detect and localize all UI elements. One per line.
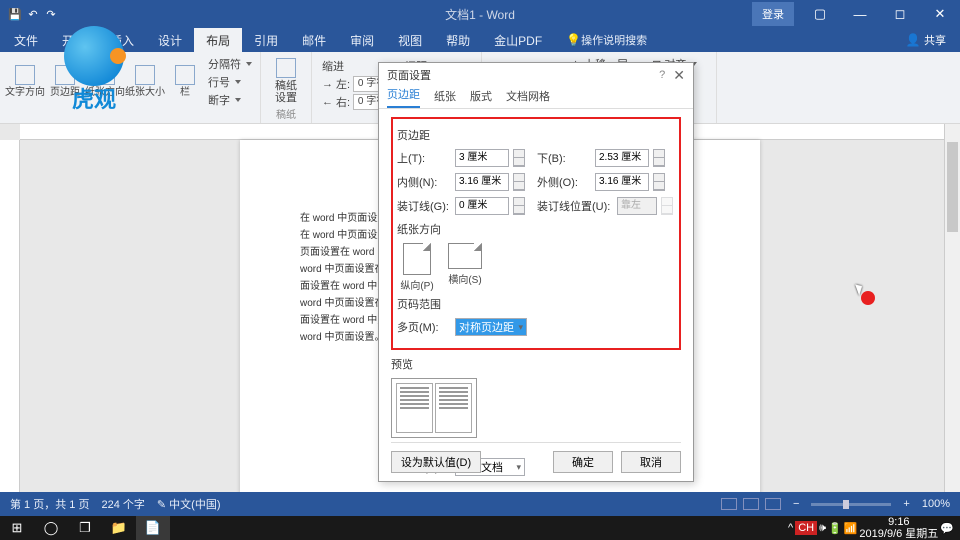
hyphenation-menu[interactable]: 断字 — [208, 92, 252, 108]
zoom-level[interactable]: 100% — [922, 498, 950, 510]
tab-references[interactable]: 引用 — [242, 28, 290, 52]
top-spin[interactable] — [513, 149, 525, 167]
ok-button[interactable]: 确定 — [553, 451, 613, 473]
title-bar: 💾 ↶ ↷ 文档1 - Word 登录 ▢ — ◻ ✕ — [0, 0, 960, 28]
tray-icon[interactable]: 🕪 — [819, 522, 826, 535]
manuscript-button[interactable]: 稿纸设置 — [267, 54, 305, 108]
orient-heading: 纸张方向 — [397, 221, 675, 237]
tray-icon[interactable]: 🔋 — [828, 522, 842, 535]
pages-heading: 页码范围 — [397, 296, 675, 312]
clock[interactable]: 9:162019/9/6 星期五 — [859, 516, 938, 540]
notifications-icon[interactable]: 💬 — [940, 522, 954, 535]
multi-label: 多页(M): — [397, 319, 451, 335]
close-icon[interactable]: ✕ — [920, 0, 960, 28]
share-button[interactable]: 👤 共享 — [894, 32, 958, 48]
breaks-menu[interactable]: 分隔符 — [208, 56, 252, 72]
ruler-vertical[interactable] — [0, 140, 20, 492]
dlg-tab-paper[interactable]: 纸张 — [434, 88, 456, 108]
outside-label: 外侧(O): — [537, 174, 591, 190]
tray-up-icon[interactable]: ^ — [788, 522, 793, 534]
redo-icon[interactable]: ↷ — [44, 7, 58, 21]
watermark-logo: 虎观 — [50, 26, 138, 114]
outside-field[interactable]: 3.16 厘米 — [595, 173, 649, 191]
taskview-icon[interactable]: ❐ — [68, 516, 102, 540]
maximize-icon[interactable]: ◻ — [880, 0, 920, 28]
status-bar: 第 1 页，共 1 页 224 个字 ✎ 中文(中国) − + 100% — [0, 492, 960, 516]
inside-field[interactable]: 3.16 厘米 — [455, 173, 509, 191]
bottom-field[interactable]: 2.53 厘米 — [595, 149, 649, 167]
tab-help[interactable]: 帮助 — [434, 28, 482, 52]
top-label: 上(T): — [397, 150, 451, 166]
ime-icon[interactable]: CH — [795, 521, 817, 535]
tab-view[interactable]: 视图 — [386, 28, 434, 52]
gutter-pos-label: 装订线位置(U): — [537, 198, 613, 214]
logo-icon — [64, 26, 124, 86]
gutter-label: 装订线(G): — [397, 198, 451, 214]
window-title: 文档1 - Word — [445, 6, 515, 23]
dlg-tab-grid[interactable]: 文档网格 — [506, 88, 550, 108]
set-default-button[interactable]: 设为默认值(D) — [391, 451, 481, 473]
tray-icon[interactable]: 📶 — [844, 522, 858, 535]
word-count[interactable]: 224 个字 — [101, 496, 144, 512]
zoom-out[interactable]: − — [793, 498, 799, 510]
columns-button[interactable]: 栏 — [166, 54, 204, 108]
zoom-in[interactable]: + — [903, 498, 909, 510]
margins-heading: 页边距 — [397, 127, 675, 143]
login-button[interactable]: 登录 — [752, 2, 794, 26]
gutter-field[interactable]: 0 厘米 — [455, 197, 509, 215]
dlg-tab-layout[interactable]: 版式 — [470, 88, 492, 108]
ribbon-options-icon[interactable]: ▢ — [800, 0, 840, 28]
tell-me[interactable]: 💡 操作说明搜索 — [554, 28, 659, 52]
top-field[interactable]: 3 厘米 — [455, 149, 509, 167]
explorer-icon[interactable]: 📁 — [102, 516, 136, 540]
page-count[interactable]: 第 1 页，共 1 页 — [10, 496, 89, 512]
save-icon[interactable]: 💾 — [8, 7, 22, 21]
search-icon[interactable]: ◯ — [34, 516, 68, 540]
dialog-close-icon[interactable]: ✕ — [673, 67, 685, 84]
undo-icon[interactable]: ↶ — [26, 7, 40, 21]
zoom-slider[interactable] — [811, 503, 891, 506]
preview-box — [391, 378, 477, 438]
inside-label: 内侧(N): — [397, 174, 451, 190]
menu-bar: 文件 开始 插入 设计 布局 引用 邮件 审阅 视图 帮助 金山PDF 💡 操作… — [0, 28, 960, 52]
tab-design[interactable]: 设计 — [146, 28, 194, 52]
highlighted-margins-area: 页边距 上(T): 3 厘米 下(B): 2.53 厘米 内侧(N): 3.16… — [391, 117, 681, 350]
taskbar: ⊞ ◯ ❐ 📁 📄 ^ CH 🕪 🔋 📶 9:162019/9/6 星期五 💬 — [0, 516, 960, 540]
lang-status[interactable]: ✎ 中文(中国) — [157, 496, 221, 512]
gutter-spin[interactable] — [513, 197, 525, 215]
tab-file[interactable]: 文件 — [2, 28, 50, 52]
text-direction-button[interactable]: 文字方向 — [6, 54, 44, 108]
view-icons[interactable] — [721, 498, 781, 510]
gutter-pos-field: 靠左 — [617, 197, 657, 215]
cancel-button[interactable]: 取消 — [621, 451, 681, 473]
tab-layout[interactable]: 布局 — [194, 28, 242, 52]
preview-heading: 预览 — [391, 356, 681, 372]
start-button[interactable]: ⊞ — [0, 516, 34, 540]
dialog-title: 页面设置 — [387, 67, 431, 83]
outside-spin[interactable] — [653, 173, 665, 191]
bottom-label: 下(B): — [537, 150, 591, 166]
tab-mailings[interactable]: 邮件 — [290, 28, 338, 52]
dlg-tab-margins[interactable]: 页边距 — [387, 86, 420, 108]
line-numbers-menu[interactable]: 行号 — [208, 74, 252, 90]
minimize-icon[interactable]: — — [840, 0, 880, 28]
page-setup-dialog: 页面设置 ? ✕ 页边距 纸张 版式 文档网格 页边距 上(T): 3 厘米 下… — [378, 62, 694, 482]
scrollbar-vertical[interactable] — [944, 124, 960, 492]
bottom-spin[interactable] — [653, 149, 665, 167]
help-icon[interactable]: ? — [659, 69, 665, 81]
word-taskbar-icon[interactable]: 📄 — [136, 516, 170, 540]
multi-pages-select[interactable]: 对称页边距 — [455, 318, 527, 336]
tab-review[interactable]: 审阅 — [338, 28, 386, 52]
logo-text: 虎观 — [72, 82, 116, 114]
tab-pdf[interactable]: 金山PDF — [482, 28, 554, 52]
portrait-button[interactable]: 纵向(P) — [397, 243, 437, 292]
landscape-button[interactable]: 横向(S) — [445, 243, 485, 292]
inside-spin[interactable] — [513, 173, 525, 191]
